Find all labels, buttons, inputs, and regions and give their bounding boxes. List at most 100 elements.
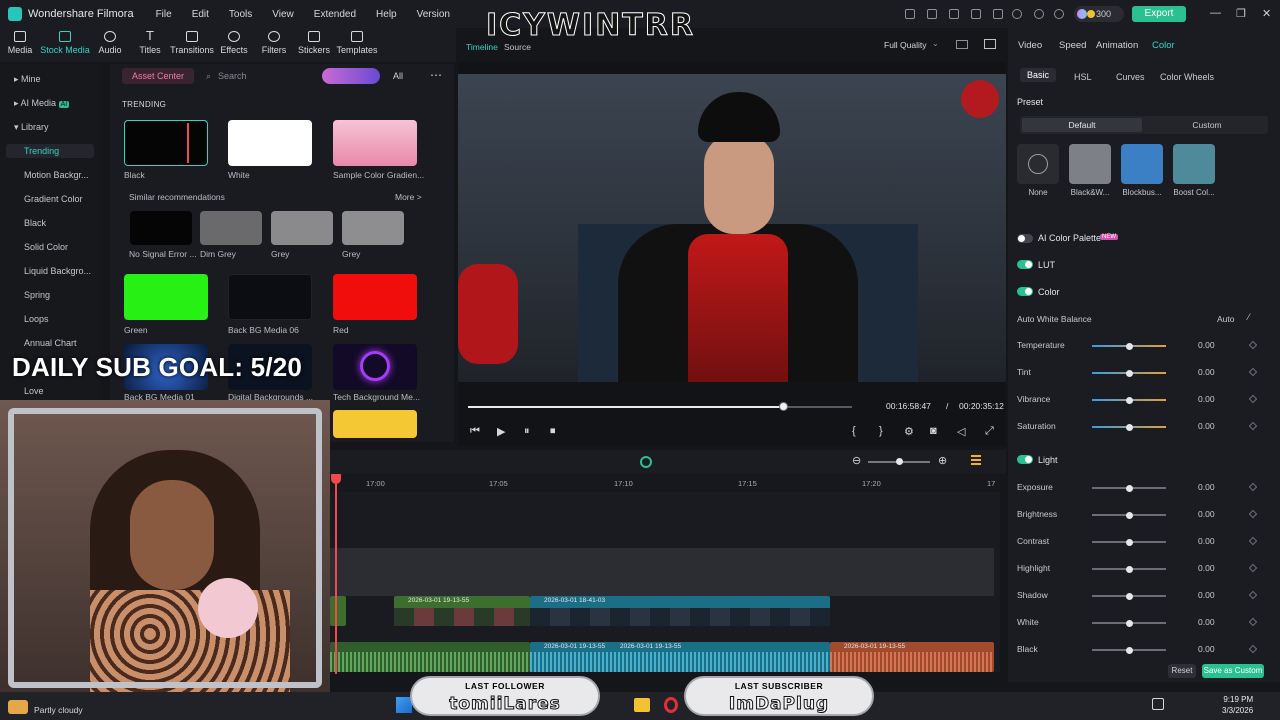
preset-bw[interactable] xyxy=(1069,144,1111,184)
gift-icon[interactable] xyxy=(905,9,915,19)
volume-icon[interactable]: ◁ xyxy=(957,425,965,438)
magnet-icon[interactable] xyxy=(640,456,652,468)
tab-source-preview[interactable]: Source xyxy=(504,42,531,52)
keyframe-icon[interactable] xyxy=(1248,617,1258,627)
preset-none[interactable] xyxy=(1017,144,1059,184)
video-preview[interactable] xyxy=(458,74,1006,382)
tab-speed[interactable]: Speed xyxy=(1059,40,1086,51)
keyframe-icon[interactable] xyxy=(1248,367,1258,377)
tab-animation[interactable]: Animation xyxy=(1096,40,1138,51)
audio-clip[interactable] xyxy=(330,642,530,672)
quality-dropdown[interactable]: Full Quality xyxy=(884,40,927,50)
maximize-icon[interactable]: ❐ xyxy=(1236,7,1246,20)
wifi-icon[interactable] xyxy=(1152,698,1164,710)
subtab-basic[interactable]: Basic xyxy=(1020,68,1057,82)
timeline-ruler[interactable]: 17:00 17:05 17:10 17:15 17:20 17 xyxy=(330,474,1000,492)
tab-effects[interactable]: Effects xyxy=(214,28,254,62)
render-icon[interactable]: ⚙ xyxy=(904,425,914,438)
sidebar-item-motion-backgrounds[interactable]: Motion Backgr... xyxy=(24,170,89,180)
keyframe-icon[interactable] xyxy=(1248,563,1258,573)
zoom-out-icon[interactable]: ⊖ xyxy=(852,454,861,467)
asset-thumb-green[interactable] xyxy=(124,274,208,320)
subtab-color-wheels[interactable]: Color Wheels xyxy=(1160,72,1214,82)
subtab-curves[interactable]: Curves xyxy=(1116,72,1145,82)
tab-audio[interactable]: Audio xyxy=(90,28,130,62)
credits-badge[interactable]: 300 xyxy=(1074,6,1124,22)
keyframe-icon[interactable] xyxy=(1248,482,1258,492)
download-icon[interactable] xyxy=(993,9,1003,19)
sidebar-item-loops[interactable]: Loops xyxy=(24,314,49,324)
snapshot-icon[interactable] xyxy=(984,39,996,49)
ai-palette-toggle[interactable] xyxy=(1017,234,1033,243)
search-input[interactable]: Search xyxy=(200,68,318,84)
slider-knob[interactable] xyxy=(1126,620,1133,627)
tab-stickers[interactable]: Stickers xyxy=(294,28,334,62)
menu-tools[interactable]: Tools xyxy=(229,9,252,20)
eyedropper-icon[interactable]: ⁄ xyxy=(1248,312,1250,322)
keyframe-icon[interactable] xyxy=(1248,590,1258,600)
lut-toggle[interactable] xyxy=(1017,260,1033,269)
tab-titles[interactable]: T Titles xyxy=(130,28,170,62)
zoom-slider[interactable] xyxy=(868,458,930,465)
save-as-custom-button[interactable]: Save as Custom xyxy=(1202,664,1264,678)
keyframe-icon[interactable] xyxy=(1248,340,1258,350)
keyframe-icon[interactable] xyxy=(1248,421,1258,431)
asset-thumb-black[interactable] xyxy=(124,120,208,166)
sidebar-item-spring[interactable]: Spring xyxy=(24,290,50,300)
keyframe-icon[interactable] xyxy=(1248,644,1258,654)
slider-knob[interactable] xyxy=(1126,397,1133,404)
tab-filters[interactable]: Filters xyxy=(254,28,294,62)
slider-knob[interactable] xyxy=(1126,539,1133,546)
asset-thumb-no-signal[interactable] xyxy=(130,211,192,245)
sidebar-item-solid-color[interactable]: Solid Color xyxy=(24,242,68,252)
asset-thumb-white[interactable] xyxy=(228,120,312,166)
slider-knob[interactable] xyxy=(1126,593,1133,600)
settings-icon[interactable] xyxy=(1034,9,1044,19)
more-link[interactable]: More > xyxy=(395,192,422,202)
mark-out-icon[interactable]: } xyxy=(879,425,883,437)
close-icon[interactable]: ✕ xyxy=(1262,7,1271,20)
tab-video[interactable]: Video xyxy=(1018,40,1042,51)
asset-thumb-gradient[interactable] xyxy=(333,120,417,166)
sidebar-item-annual-chart[interactable]: Annual Chart xyxy=(24,338,77,348)
sidebar-item-black[interactable]: Black xyxy=(24,218,46,228)
mark-in-icon[interactable]: { xyxy=(852,425,856,437)
video-clip[interactable] xyxy=(330,596,346,626)
sidebar-item-gradient-color[interactable]: Gradient Color xyxy=(24,194,83,204)
keyframe-icon[interactable] xyxy=(1248,394,1258,404)
more-options-icon[interactable]: ⋯ xyxy=(430,68,442,82)
slider-knob[interactable] xyxy=(1126,566,1133,573)
sidebar-item-library[interactable]: ▾ Library xyxy=(14,122,49,133)
preset-blockbuster[interactable] xyxy=(1121,144,1163,184)
play-icon[interactable]: ▶ xyxy=(497,425,505,438)
sidebar-item-trending[interactable]: Trending xyxy=(24,146,59,156)
asset-thumb-bg-media-06[interactable] xyxy=(228,274,312,320)
tab-templates[interactable]: Templates xyxy=(334,28,380,62)
asset-center-button[interactable]: Asset Center xyxy=(122,68,194,84)
tab-media[interactable]: Media xyxy=(0,28,40,62)
preset-custom-tab[interactable]: Custom xyxy=(1148,118,1266,132)
reset-button[interactable]: Reset xyxy=(1168,664,1196,678)
sidebar-item-mine[interactable]: ▸ Mine xyxy=(14,74,41,85)
subtab-hsl[interactable]: HSL xyxy=(1074,72,1092,82)
zoom-in-icon[interactable]: ⊕ xyxy=(938,454,947,467)
file-explorer-icon[interactable] xyxy=(634,698,650,712)
preview-scrubber[interactable] xyxy=(468,402,852,411)
zoom-knob[interactable] xyxy=(896,458,903,465)
timeline-playhead[interactable] xyxy=(335,474,337,674)
keyframe-icon[interactable] xyxy=(1248,536,1258,546)
asset-thumb-grey-2[interactable] xyxy=(342,211,404,245)
opera-icon[interactable] xyxy=(664,697,678,713)
taskbar-clock[interactable]: 9:19 PM 3/3/2026 xyxy=(1222,694,1253,716)
asset-thumb-red[interactable] xyxy=(333,274,417,320)
menu-file[interactable]: File xyxy=(156,9,172,20)
asset-thumb-grey[interactable] xyxy=(271,211,333,245)
light-toggle[interactable] xyxy=(1017,455,1033,464)
preset-default-tab[interactable]: Default xyxy=(1022,118,1142,132)
asset-thumb-tech-bg[interactable] xyxy=(333,344,417,390)
keyframe-icon[interactable] xyxy=(1248,509,1258,519)
preset-boost-color[interactable] xyxy=(1173,144,1215,184)
ai-gen-button[interactable] xyxy=(322,68,380,84)
menu-extended[interactable]: Extended xyxy=(314,9,356,20)
layout-icon[interactable] xyxy=(949,9,959,19)
